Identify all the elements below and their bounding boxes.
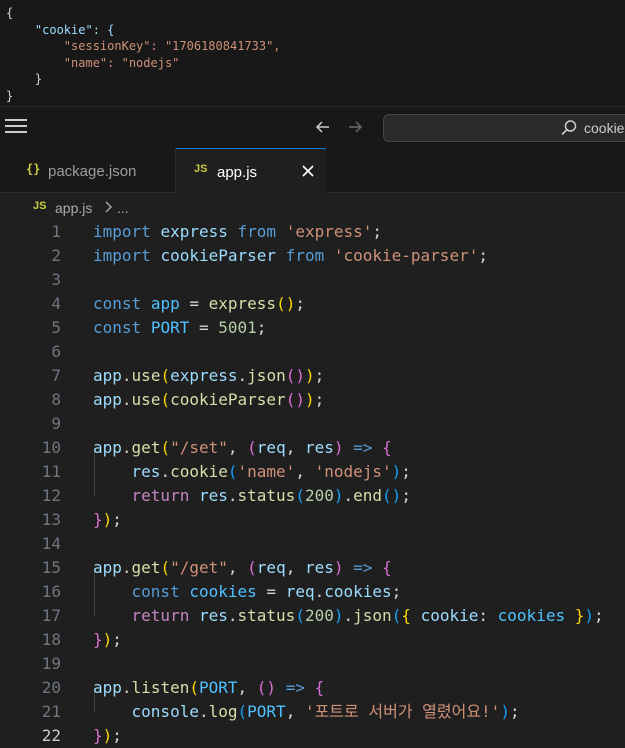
code-line[interactable]: 10 app.get("/set", (req, res) => { (0, 436, 625, 460)
code-text: app.get("/get", (req, res) => { (93, 558, 392, 577)
code-text: res.cookie('name', 'nodejs'); (131, 462, 411, 481)
line-number: 5 (51, 318, 61, 337)
line-number: 7 (51, 366, 61, 385)
code-line[interactable]: 12 return res.status(200).end(); (0, 484, 625, 508)
tab-label: app.js (217, 164, 258, 181)
line-number: 17 (41, 606, 61, 625)
line-number: 20 (41, 678, 61, 697)
code-text: app.listen(PORT, () => { (93, 678, 325, 697)
line-number: 15 (41, 558, 61, 577)
code-text: console.log(PORT, '포트로 서버가 열렸어요!'); (131, 702, 520, 721)
code-line[interactable]: 18}); (0, 628, 625, 652)
code-text: }); (93, 510, 122, 529)
code-text: import cookieParser from 'cookie-parser'… (93, 246, 488, 265)
code-line[interactable]: 8 app.use(cookieParser()); (0, 388, 625, 412)
line-number: 9 (51, 414, 61, 433)
tab-label: package.json (48, 163, 137, 180)
line-number: 4 (51, 294, 61, 313)
json-output-panel: { "cookie": { "sessionKey": "17061808417… (0, 0, 625, 106)
code-text: app.use(express.json()); (93, 366, 325, 385)
code-text: }); (93, 630, 122, 649)
code-line[interactable]: 21 console.log(PORT, '포트로 서버가 열렸어요!'); (0, 700, 625, 724)
code-line[interactable]: 3 (0, 268, 625, 292)
line-number: 21 (41, 702, 61, 721)
line-number: 3 (51, 270, 61, 289)
code-line[interactable]: 6 (0, 340, 625, 364)
line-number: 1 (51, 222, 61, 241)
breadcrumb: JS app.js ... (0, 194, 625, 220)
line-number: 13 (41, 510, 61, 529)
forward-arrow-icon[interactable] (344, 116, 366, 138)
tab-package-json[interactable]: {} package.json (8, 148, 176, 193)
line-number: 2 (51, 246, 61, 265)
code-text: }); (93, 726, 122, 745)
code-text: app.get("/set", (req, res) => { (93, 438, 392, 457)
code-line[interactable]: 13}); (0, 508, 625, 532)
json-line: { (6, 6, 14, 20)
js-file-icon: JS (33, 200, 47, 212)
code-line[interactable]: 2 import cookieParser from 'cookie-parser… (0, 244, 625, 268)
line-number: 16 (41, 582, 61, 601)
json-line: "name": "nodejs" (6, 55, 180, 70)
back-arrow-icon[interactable] (312, 116, 334, 138)
code-text: return res.status(200).end(); (131, 486, 411, 505)
line-number: 10 (41, 438, 61, 457)
code-text: return res.status(200).json({ cookie: co… (131, 606, 604, 625)
code-text: app.use(cookieParser()); (93, 390, 325, 409)
hamburger-menu-icon[interactable] (5, 119, 27, 135)
code-line[interactable]: 16 const cookies = req.cookies; (0, 580, 625, 604)
code-line[interactable]: 1 import express from 'express'; (0, 220, 625, 244)
chevron-right-icon (103, 200, 113, 214)
code-line[interactable]: 9 (0, 412, 625, 436)
title-bar: cookie (0, 106, 625, 148)
code-line[interactable]: 22}); (0, 724, 625, 748)
code-text: const app = express(); (93, 294, 305, 313)
json-line: } (6, 72, 43, 86)
line-number: 14 (41, 534, 61, 553)
code-line[interactable]: 15 app.get("/get", (req, res) => { (0, 556, 625, 580)
code-line[interactable]: 7 app.use(express.json()); (0, 364, 625, 388)
code-line[interactable]: 17 return res.status(200).json({ cookie:… (0, 604, 625, 628)
code-text: import express from 'express'; (93, 222, 383, 241)
code-line[interactable]: 11 res.cookie('name', 'nodejs'); (0, 460, 625, 484)
tab-app-js[interactable]: JS app.js (176, 148, 326, 194)
line-number: 6 (51, 342, 61, 361)
js-file-icon: JS (194, 163, 208, 175)
line-number: 19 (41, 654, 61, 673)
json-file-icon: {} (26, 162, 41, 176)
breadcrumb-file[interactable]: app.js (55, 200, 92, 216)
code-line[interactable]: 4 const app = express(); (0, 292, 625, 316)
code-text: const cookies = req.cookies; (131, 582, 402, 601)
line-number: 18 (41, 630, 61, 649)
line-number: 8 (51, 390, 61, 409)
code-editor[interactable]: 1 import express from 'express'; 2 import c… (0, 220, 625, 748)
code-line[interactable]: 20 app.listen(PORT, () => { (0, 676, 625, 700)
code-line[interactable]: 19 (0, 652, 625, 676)
line-number: 22 (41, 726, 61, 745)
code-text: const PORT = 5001; (93, 318, 267, 337)
json-line: } (6, 88, 14, 103)
line-number: 12 (41, 486, 61, 505)
search-text: cookie (584, 120, 625, 136)
search-icon (560, 119, 578, 137)
code-line[interactable]: 5 const PORT = 5001; (0, 316, 625, 340)
json-line: "cookie": { (6, 22, 115, 37)
command-center-search[interactable]: cookie (383, 114, 625, 142)
close-icon[interactable] (300, 163, 316, 179)
code-line[interactable]: 14 (0, 532, 625, 556)
line-number: 11 (41, 462, 61, 481)
breadcrumb-more[interactable]: ... (117, 200, 129, 216)
json-line: "sessionKey": "1706180841733", (6, 39, 281, 53)
editor-tab-bar: {} package.json JS app.js (0, 148, 625, 194)
